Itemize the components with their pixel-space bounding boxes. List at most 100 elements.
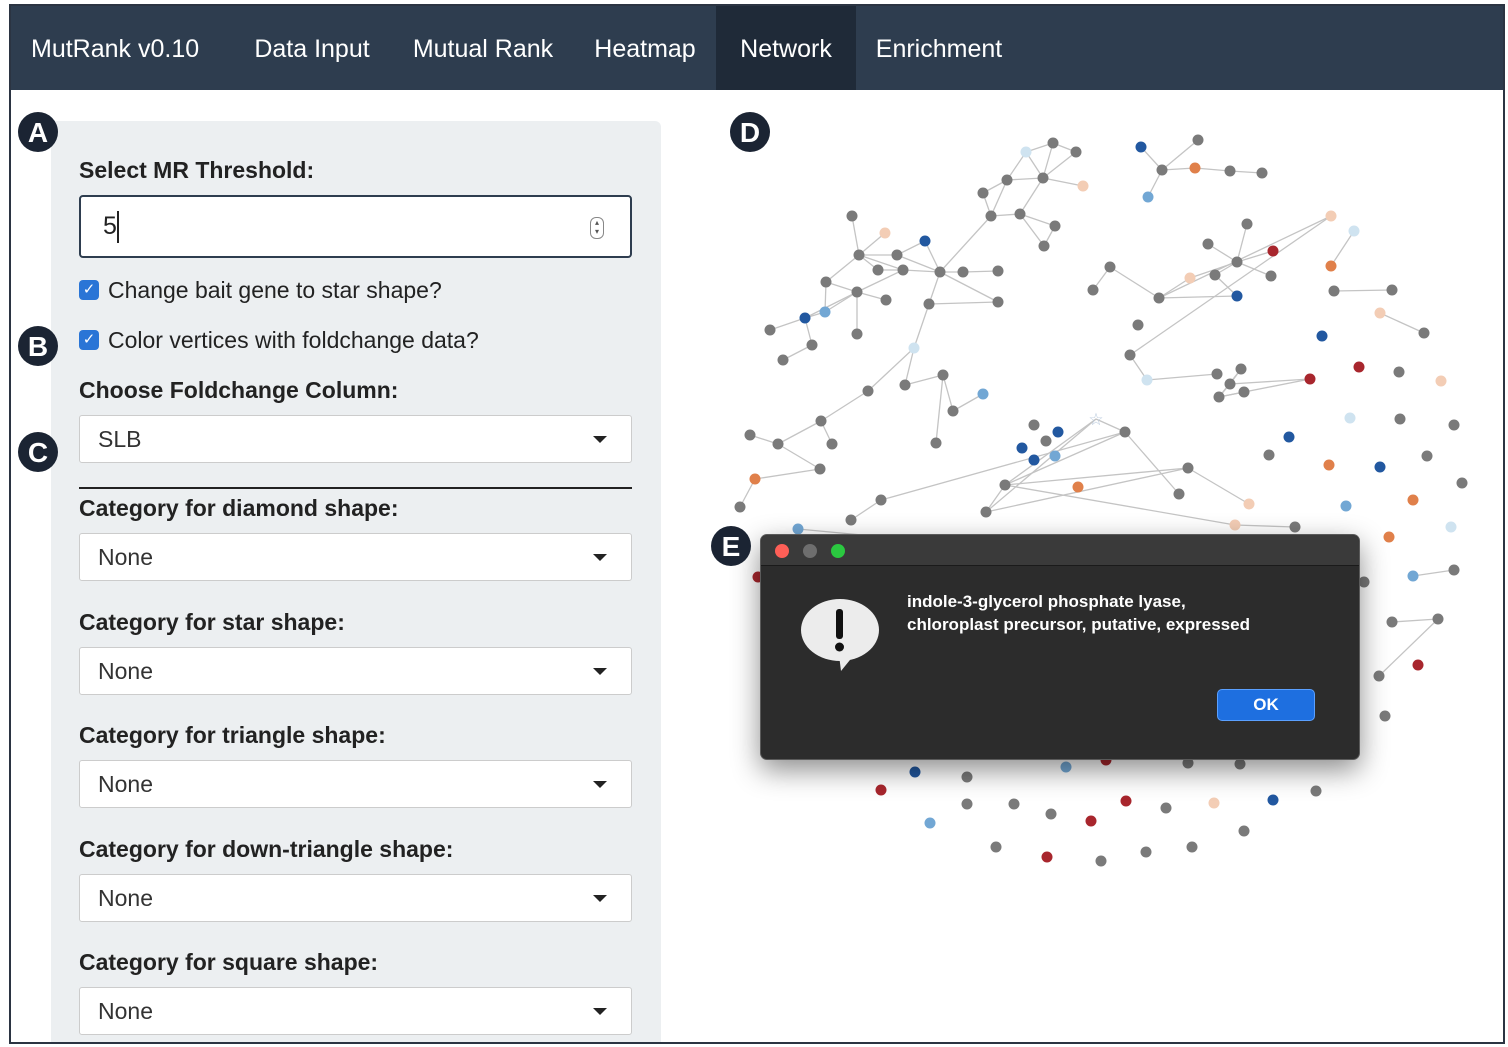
network-node[interactable] bbox=[947, 405, 959, 417]
close-window-icon[interactable] bbox=[775, 544, 789, 558]
network-node[interactable] bbox=[1192, 134, 1204, 146]
network-node[interactable] bbox=[1310, 785, 1322, 797]
network-node[interactable] bbox=[814, 463, 826, 475]
network-node[interactable] bbox=[934, 266, 946, 278]
network-node[interactable] bbox=[1256, 167, 1268, 179]
network-node[interactable] bbox=[924, 817, 936, 829]
network-node[interactable] bbox=[1283, 431, 1295, 443]
network-node[interactable] bbox=[1049, 450, 1061, 462]
network-node[interactable] bbox=[880, 294, 892, 306]
network-node[interactable] bbox=[1267, 794, 1279, 806]
network-node[interactable] bbox=[1328, 285, 1340, 297]
network-node[interactable] bbox=[792, 523, 804, 535]
network-node[interactable] bbox=[1448, 419, 1460, 431]
network-node[interactable] bbox=[862, 385, 874, 397]
network-node[interactable] bbox=[815, 415, 827, 427]
network-node[interactable] bbox=[961, 771, 973, 783]
network-node[interactable] bbox=[1407, 570, 1419, 582]
network-node[interactable] bbox=[1072, 481, 1084, 493]
network-node[interactable] bbox=[1412, 659, 1424, 671]
network-node[interactable] bbox=[1445, 521, 1457, 533]
network-node[interactable] bbox=[961, 798, 973, 810]
network-node[interactable] bbox=[1142, 191, 1154, 203]
network-node[interactable] bbox=[1323, 459, 1335, 471]
network-node[interactable] bbox=[1160, 802, 1172, 814]
network-node[interactable] bbox=[985, 210, 997, 222]
network-node[interactable] bbox=[1231, 290, 1243, 302]
network-node[interactable] bbox=[891, 249, 903, 261]
network-node[interactable] bbox=[1124, 349, 1136, 361]
network-node[interactable] bbox=[1156, 164, 1168, 176]
network-node[interactable] bbox=[1448, 564, 1460, 576]
network-node[interactable] bbox=[875, 494, 887, 506]
network-node[interactable] bbox=[872, 264, 884, 276]
network-node[interactable] bbox=[1265, 270, 1277, 282]
network-node[interactable] bbox=[820, 276, 832, 288]
network-node[interactable] bbox=[1008, 798, 1020, 810]
network-node[interactable] bbox=[777, 354, 789, 366]
network-node[interactable] bbox=[1001, 174, 1013, 186]
network-node[interactable] bbox=[1041, 851, 1053, 863]
network-node[interactable] bbox=[1383, 531, 1395, 543]
network-node[interactable] bbox=[1060, 761, 1072, 773]
network-node[interactable] bbox=[851, 286, 863, 298]
network-node[interactable] bbox=[1028, 454, 1040, 466]
network-node[interactable] bbox=[1263, 449, 1275, 461]
network-node[interactable] bbox=[879, 227, 891, 239]
network-node[interactable] bbox=[1182, 462, 1194, 474]
network-node[interactable] bbox=[1267, 245, 1279, 257]
network-node[interactable] bbox=[992, 265, 1004, 277]
network-node[interactable] bbox=[1407, 494, 1419, 506]
ok-button[interactable]: OK bbox=[1217, 689, 1315, 721]
network-node[interactable] bbox=[899, 379, 911, 391]
network-node[interactable] bbox=[826, 438, 838, 450]
network-node[interactable] bbox=[1373, 670, 1385, 682]
network-node[interactable] bbox=[999, 479, 1011, 491]
network-node[interactable] bbox=[908, 342, 920, 354]
network-node[interactable] bbox=[1238, 825, 1250, 837]
network-node[interactable] bbox=[1325, 260, 1337, 272]
network-node[interactable] bbox=[1020, 146, 1032, 158]
network-node[interactable] bbox=[1045, 808, 1057, 820]
network-node[interactable] bbox=[1213, 391, 1225, 403]
network-node[interactable] bbox=[1432, 613, 1444, 625]
network-node[interactable] bbox=[819, 306, 831, 318]
network-node[interactable] bbox=[1340, 500, 1352, 512]
network-node[interactable] bbox=[977, 187, 989, 199]
network-node[interactable] bbox=[1049, 220, 1061, 232]
network-node[interactable] bbox=[1243, 498, 1255, 510]
network-node[interactable] bbox=[1184, 272, 1196, 284]
network-node[interactable] bbox=[1052, 426, 1064, 438]
network-node[interactable] bbox=[1435, 375, 1447, 387]
network-node[interactable] bbox=[1418, 327, 1430, 339]
network-node[interactable] bbox=[1456, 477, 1468, 489]
network-node[interactable] bbox=[1238, 386, 1250, 398]
network-node[interactable] bbox=[1379, 710, 1391, 722]
network-node[interactable] bbox=[919, 235, 931, 247]
network-node[interactable] bbox=[744, 429, 756, 441]
network-node[interactable] bbox=[980, 506, 992, 518]
network-node[interactable] bbox=[1229, 519, 1241, 531]
network-node[interactable] bbox=[1140, 846, 1152, 858]
network-node[interactable] bbox=[846, 210, 858, 222]
network-node[interactable] bbox=[1304, 373, 1316, 385]
network-node[interactable] bbox=[923, 298, 935, 310]
network-node[interactable] bbox=[990, 841, 1002, 853]
network-node[interactable] bbox=[937, 369, 949, 381]
network-node[interactable] bbox=[1135, 141, 1147, 153]
zoom-window-icon[interactable] bbox=[831, 544, 845, 558]
network-node[interactable] bbox=[1231, 256, 1243, 268]
network-node[interactable] bbox=[749, 473, 761, 485]
bait-gene-star-icon[interactable]: ☆ bbox=[1088, 410, 1103, 430]
network-node[interactable] bbox=[1386, 616, 1398, 628]
network-node[interactable] bbox=[1104, 261, 1116, 273]
network-node[interactable] bbox=[1037, 172, 1049, 184]
network-node[interactable] bbox=[1119, 426, 1131, 438]
network-node[interactable] bbox=[799, 312, 811, 324]
network-node[interactable] bbox=[977, 388, 989, 400]
network-node[interactable] bbox=[1224, 378, 1236, 390]
network-node[interactable] bbox=[1153, 292, 1165, 304]
network-node[interactable] bbox=[1209, 269, 1221, 281]
network-node[interactable] bbox=[875, 784, 887, 796]
network-node[interactable] bbox=[957, 266, 969, 278]
